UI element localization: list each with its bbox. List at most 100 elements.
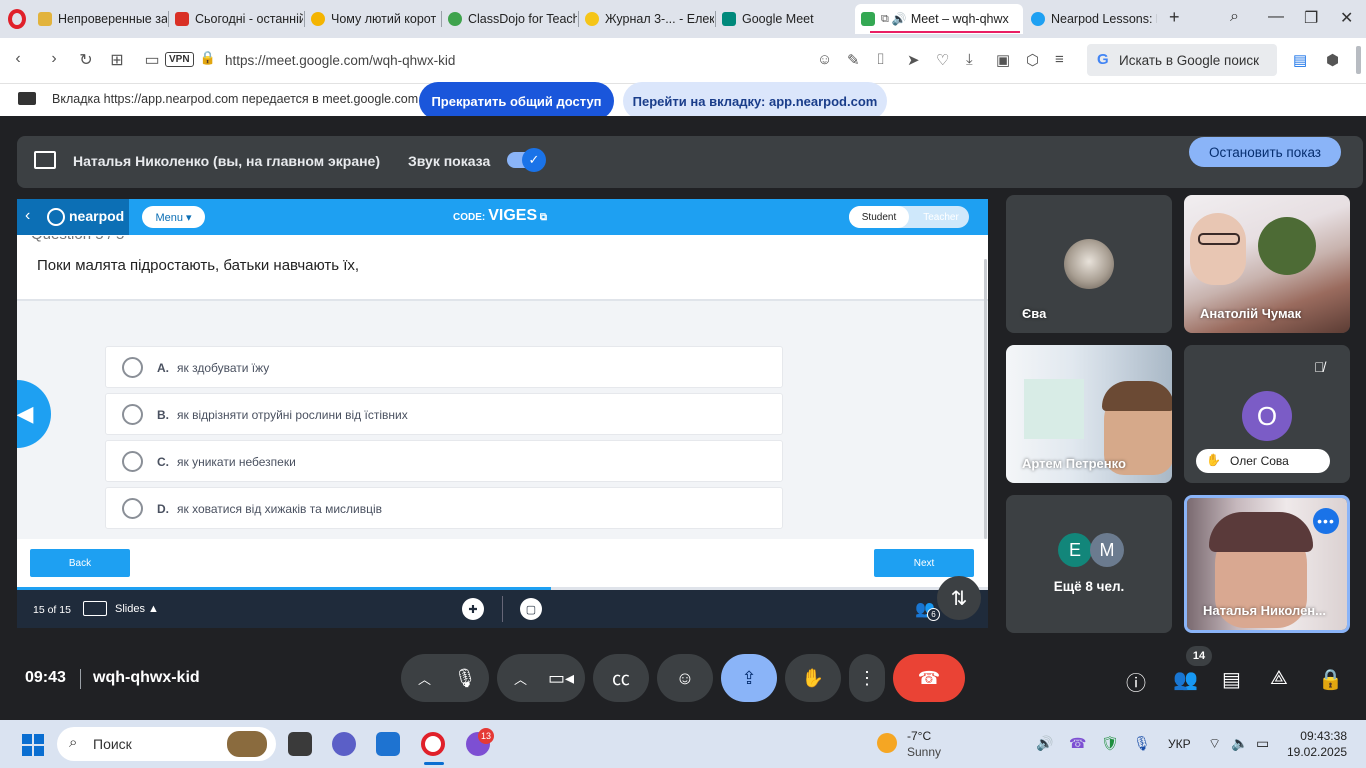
chat-icon[interactable]: ▤ bbox=[1222, 667, 1241, 692]
radio-button[interactable] bbox=[122, 498, 143, 519]
nearpod-back-icon[interactable]: ‹ bbox=[25, 207, 30, 225]
slides-toggle[interactable]: Slides ▲ bbox=[115, 603, 159, 615]
viber-tray-icon[interactable]: ☎ bbox=[1069, 735, 1086, 752]
nearpod-menu-button[interactable]: Menu ▾ bbox=[142, 206, 205, 228]
answer-option-c[interactable]: C. як уникати небезпеки bbox=[105, 440, 783, 482]
more-participants-tile[interactable]: Е М Ещё 8 чел. bbox=[1006, 495, 1172, 633]
audio-options-chevron-icon[interactable]: ︿ bbox=[418, 669, 431, 688]
present-screen-icon[interactable]: ⇪ bbox=[721, 654, 777, 702]
radio-button[interactable] bbox=[122, 357, 143, 378]
tab-0[interactable]: Непроверенные за bbox=[32, 6, 167, 32]
extensions-icon[interactable]: ⬡ bbox=[1026, 51, 1039, 69]
go-to-tab-button[interactable]: Перейти на вкладку: app.nearpod.com bbox=[623, 82, 887, 120]
sidebar-icon[interactable]: ▤ bbox=[1293, 51, 1307, 69]
new-tab-button[interactable]: + bbox=[1169, 7, 1180, 28]
tab-2[interactable]: Чому лютий корот bbox=[305, 6, 440, 32]
info-icon[interactable]: ⓘ bbox=[1126, 667, 1146, 696]
sun-icon[interactable] bbox=[877, 733, 897, 753]
system-date[interactable]: 19.02.2025 bbox=[1287, 745, 1347, 759]
back-button[interactable]: Back bbox=[30, 549, 130, 577]
answer-option-d[interactable]: D. як ховатися від хижаків та мисливців bbox=[105, 487, 783, 529]
swap-layout-button[interactable]: ⇅ bbox=[937, 576, 981, 620]
opera-logo-icon[interactable] bbox=[8, 9, 26, 29]
video-options-chevron-icon[interactable]: ︿ bbox=[514, 669, 527, 688]
google-search-box[interactable]: G Искать в Google поиск bbox=[1087, 44, 1277, 76]
wifi-icon[interactable]: ⌔ bbox=[1208, 735, 1221, 753]
activities-icon[interactable]: ⟁ bbox=[1270, 667, 1288, 690]
answer-option-b[interactable]: B. як відрізняти отруйні рослини від їсті… bbox=[105, 393, 783, 435]
back-icon[interactable]: ‹ bbox=[8, 50, 28, 68]
tab-4[interactable]: Журнал 3-... - Елект bbox=[579, 6, 714, 32]
cube-icon[interactable]: ⬢ bbox=[1326, 51, 1339, 69]
battery-icon[interactable]: ▭ bbox=[1256, 735, 1269, 752]
raise-hand-icon[interactable]: ✋ bbox=[785, 654, 841, 702]
speed-dial-icon[interactable]: ⊞ bbox=[107, 50, 127, 70]
windows-start-icon[interactable] bbox=[22, 734, 44, 756]
opera-taskbar-icon[interactable] bbox=[421, 732, 445, 756]
vpn-badge[interactable]: VPN bbox=[165, 52, 194, 67]
camera-icon[interactable]: ⌷ bbox=[876, 51, 885, 68]
volume-app-icon[interactable]: 🔊 bbox=[1036, 735, 1053, 752]
easy-setup-icon[interactable]: ≡ bbox=[1055, 51, 1064, 68]
mic-icon[interactable]: 🎙 bbox=[441, 654, 489, 702]
stop-presenting-button[interactable]: Остановить показ bbox=[1189, 137, 1341, 167]
url-field[interactable]: https://meet.google.com/wqh-qhwx-kid bbox=[225, 53, 455, 68]
tab-6-active[interactable]: ⧉ 🔊 Meet – wqh-qhwx bbox=[855, 4, 1023, 34]
self-tile[interactable]: ••• Наталья Николен... bbox=[1184, 495, 1350, 633]
search-tabs-icon[interactable]: ⌕ bbox=[1230, 8, 1239, 26]
teams-icon[interactable] bbox=[332, 732, 356, 756]
snapshot-icon[interactable]: ▭ bbox=[142, 50, 162, 70]
participant-tile-oleg[interactable]: 🎙̸ О ✋ Олег Сова bbox=[1184, 345, 1350, 483]
participant-tile-eva[interactable]: Єва bbox=[1006, 195, 1172, 333]
lock-icon[interactable]: 🔒 bbox=[198, 50, 218, 66]
radio-button[interactable] bbox=[122, 404, 143, 425]
participant-tile-anatoliy[interactable]: Анатолій Чумак bbox=[1184, 195, 1350, 333]
share-code-icon[interactable]: ⧉ bbox=[540, 212, 547, 223]
whiteboard-icon[interactable]: ▢ bbox=[520, 598, 542, 620]
role-switch[interactable]: Student Teacher bbox=[849, 206, 969, 228]
scrollbar-thumb[interactable] bbox=[1356, 46, 1361, 74]
send-icon[interactable]: ➤ bbox=[907, 51, 920, 69]
next-button[interactable]: Next bbox=[874, 549, 974, 577]
minimize-icon[interactable]: — bbox=[1268, 8, 1284, 26]
forward-icon[interactable]: › bbox=[44, 50, 64, 68]
tab-5[interactable]: Google Meet bbox=[716, 6, 848, 32]
content-scrollbar[interactable] bbox=[984, 259, 987, 539]
reload-icon[interactable]: ↻ bbox=[76, 50, 96, 70]
edit-icon[interactable]: ✎ bbox=[847, 51, 860, 69]
hang-up-icon[interactable]: ☎ bbox=[893, 654, 965, 702]
download-icon[interactable]: ⤓ bbox=[966, 51, 973, 68]
microphone-tray-icon[interactable]: 🎙 bbox=[1133, 735, 1151, 752]
maximize-icon[interactable]: ❐ bbox=[1304, 8, 1318, 28]
teacher-toggle[interactable]: Teacher bbox=[913, 206, 969, 228]
stop-sharing-button[interactable]: Прекратить общий доступ bbox=[419, 82, 614, 120]
host-controls-icon[interactable]: 🔒 bbox=[1318, 667, 1343, 692]
pip-icon[interactable]: ⧉ bbox=[881, 13, 889, 26]
taskbar-search[interactable]: ⌕ Поиск bbox=[57, 727, 276, 761]
more-options-icon[interactable]: ••• bbox=[1313, 508, 1339, 534]
captions-icon[interactable]: ㏄ bbox=[593, 654, 649, 702]
answer-option-a[interactable]: A. як здобувати їжу bbox=[105, 346, 783, 388]
keyboard-language[interactable]: УКР bbox=[1168, 737, 1191, 751]
student-toggle[interactable]: Student bbox=[849, 206, 909, 228]
radio-button[interactable] bbox=[122, 451, 143, 472]
speaker-tray-icon[interactable]: 🔈 bbox=[1231, 735, 1248, 752]
share-audio-toggle[interactable]: ✓ bbox=[507, 148, 546, 172]
activity-icon[interactable]: ✚ bbox=[462, 598, 484, 620]
participant-tile-artem[interactable]: Артем Петренко bbox=[1006, 345, 1172, 483]
people-icon[interactable]: 👥 bbox=[1173, 667, 1198, 692]
camera-icon[interactable]: ▭◂ bbox=[537, 654, 585, 702]
tab-7[interactable]: Nearpod Lessons: D bbox=[1025, 6, 1157, 32]
tab-1[interactable]: Сьогодні - останній bbox=[169, 6, 303, 32]
close-window-icon[interactable]: ✕ bbox=[1340, 8, 1353, 28]
reactions-icon[interactable]: ☺ bbox=[657, 654, 713, 702]
emoji-icon[interactable]: ☺ bbox=[817, 51, 832, 68]
defender-icon[interactable]: 🛡 bbox=[1101, 735, 1119, 752]
speaker-icon[interactable]: 🔊 bbox=[892, 12, 907, 26]
slides-icon[interactable] bbox=[83, 601, 107, 616]
video-popout-icon[interactable]: ▣ bbox=[996, 51, 1010, 69]
system-time[interactable]: 09:43:38 bbox=[1297, 729, 1347, 743]
tab-3[interactable]: ClassDojo for Teache bbox=[442, 6, 577, 32]
task-view-icon[interactable] bbox=[288, 732, 312, 756]
heart-icon[interactable]: ♡ bbox=[936, 51, 949, 69]
